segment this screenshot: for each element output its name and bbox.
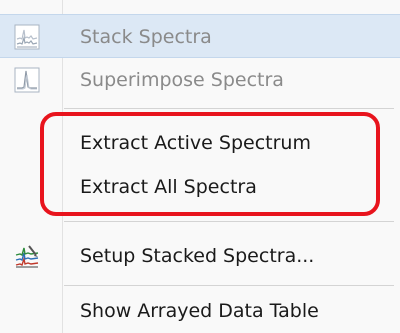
context-menu: Stack Spectra Superimpose Spectra Extrac… — [0, 0, 400, 333]
setup-stacked-spectra-icon — [14, 243, 40, 269]
menu-separator — [64, 221, 394, 222]
menu-item-label: Stack Spectra — [80, 26, 212, 48]
menu-item-label: Extract Active Spectrum — [80, 132, 311, 154]
menu-item-label: Extract All Spectra — [80, 176, 257, 198]
menu-item-extract-all-spectra[interactable]: Extract All Spectra — [0, 165, 400, 209]
menu-item-label: Setup Stacked Spectra... — [80, 245, 315, 267]
menu-item-show-arrayed-data-table[interactable]: Show Arrayed Data Table — [0, 289, 400, 333]
menu-item-label: Superimpose Spectra — [80, 69, 284, 91]
menu-separator — [64, 108, 394, 109]
menu-item-label: Show Arrayed Data Table — [80, 300, 319, 322]
menu-item-stack-spectra[interactable]: Stack Spectra — [0, 14, 400, 58]
menu-item-superimpose-spectra[interactable]: Superimpose Spectra — [0, 58, 400, 102]
superimpose-spectra-icon — [14, 67, 40, 93]
menu-separator — [64, 285, 394, 286]
menu-item-setup-stacked-spectra[interactable]: Setup Stacked Spectra... — [0, 234, 400, 278]
menu-item-extract-active-spectrum[interactable]: Extract Active Spectrum — [0, 121, 400, 165]
stack-spectra-icon — [14, 24, 40, 50]
